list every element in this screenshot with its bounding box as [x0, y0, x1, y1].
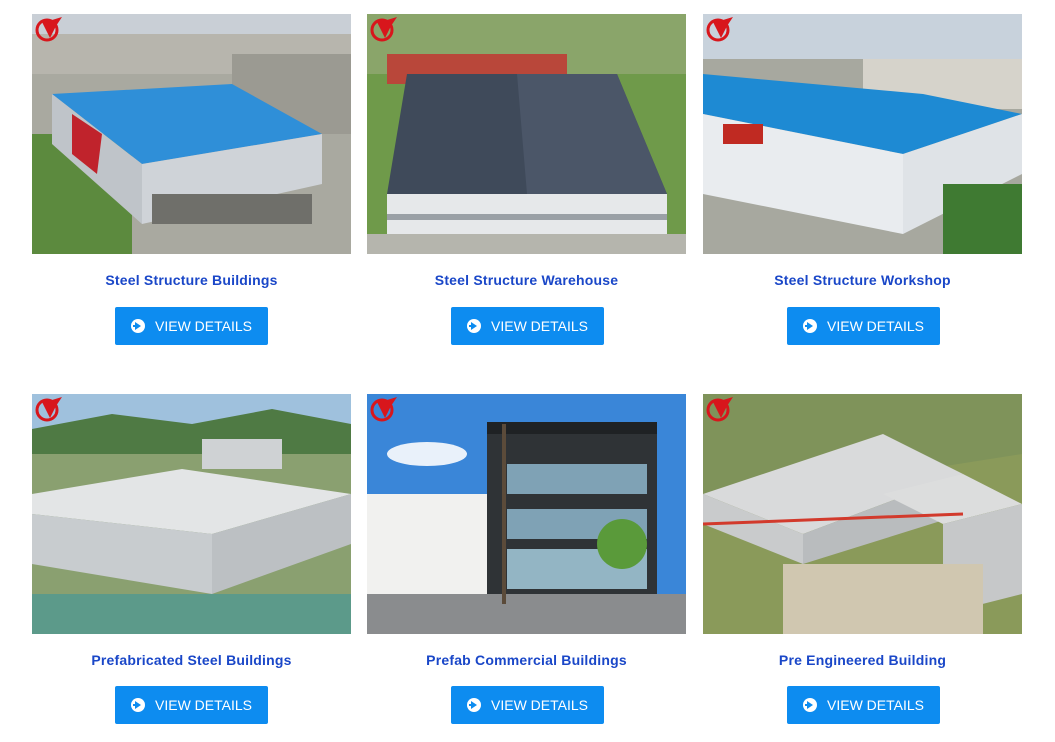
button-label: VIEW DETAILS [155, 318, 252, 334]
arrow-circle-right-icon [467, 698, 481, 712]
view-details-button[interactable]: VIEW DETAILS [115, 686, 268, 724]
arrow-circle-right-icon [131, 698, 145, 712]
view-details-button[interactable]: VIEW DETAILS [451, 686, 604, 724]
product-card: Steel Structure Buildings VIEW DETAILS [32, 14, 351, 345]
arrow-circle-right-icon [803, 319, 817, 333]
button-label: VIEW DETAILS [827, 318, 924, 334]
brand-logo-icon [706, 17, 733, 42]
arrow-circle-right-icon [131, 319, 145, 333]
arrow-circle-right-icon [803, 698, 817, 712]
product-card: Prefab Commercial Buildings VIEW DETAILS [367, 394, 686, 724]
product-image[interactable] [367, 14, 686, 254]
product-image[interactable] [703, 14, 1022, 254]
product-title[interactable]: Prefabricated Steel Buildings [32, 652, 351, 668]
product-card: Pre Engineered Building VIEW DETAILS [703, 394, 1022, 724]
product-title[interactable]: Steel Structure Warehouse [367, 272, 686, 288]
view-details-button[interactable]: VIEW DETAILS [451, 307, 604, 345]
product-title[interactable]: Prefab Commercial Buildings [367, 652, 686, 668]
product-card: Steel Structure Warehouse VIEW DETAILS [367, 14, 686, 345]
button-label: VIEW DETAILS [491, 318, 588, 334]
product-card: Prefabricated Steel Buildings VIEW DETAI… [32, 394, 351, 724]
arrow-circle-right-icon [467, 319, 481, 333]
product-title[interactable]: Pre Engineered Building [703, 652, 1022, 668]
view-details-button[interactable]: VIEW DETAILS [787, 307, 940, 345]
view-details-button[interactable]: VIEW DETAILS [787, 686, 940, 724]
brand-logo-icon [370, 17, 397, 42]
product-title[interactable]: Steel Structure Workshop [703, 272, 1022, 288]
product-card: Steel Structure Workshop VIEW DETAILS [703, 14, 1022, 345]
button-label: VIEW DETAILS [155, 697, 252, 713]
view-details-button[interactable]: VIEW DETAILS [115, 307, 268, 345]
product-image[interactable] [32, 394, 351, 634]
product-image[interactable] [367, 394, 686, 634]
button-label: VIEW DETAILS [491, 697, 588, 713]
brand-logo-icon [35, 17, 62, 42]
button-label: VIEW DETAILS [827, 697, 924, 713]
product-image[interactable] [703, 394, 1022, 634]
product-image[interactable] [32, 14, 351, 254]
brand-logo-icon [370, 397, 397, 422]
brand-logo-icon [35, 397, 62, 422]
product-title[interactable]: Steel Structure Buildings [32, 272, 351, 288]
brand-logo-icon [706, 397, 733, 422]
